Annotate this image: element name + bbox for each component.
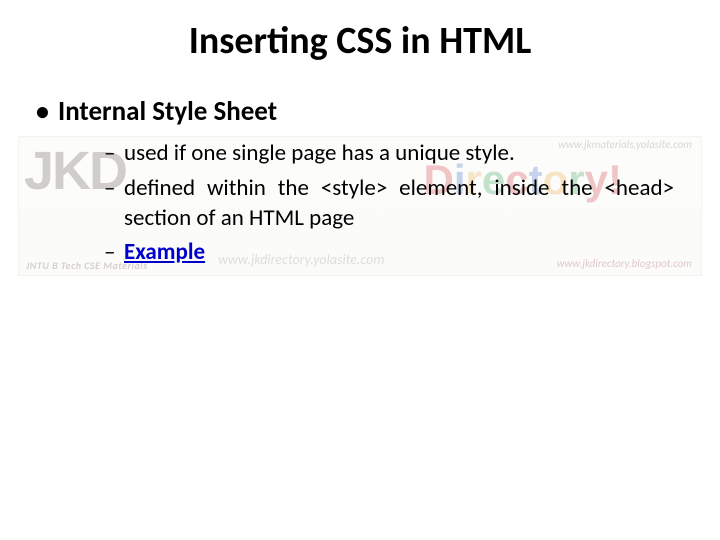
subbullet-0-text: used if one single page has a unique sty… xyxy=(124,139,515,167)
subbullet-example: Example xyxy=(104,237,680,267)
bullet-level-2-list: used if one single page has a unique sty… xyxy=(58,138,680,267)
slide-title: Inserting CSS in HTML xyxy=(0,0,720,64)
bullet-internal-style-sheet: Internal Style Sheet used if one single … xyxy=(36,96,680,268)
slide: Inserting CSS in HTML Internal Style She… xyxy=(0,0,720,540)
bullet-level-1-list: Internal Style Sheet used if one single … xyxy=(0,96,720,268)
subbullet-unique-style: used if one single page has a unique sty… xyxy=(104,138,680,168)
subbullet-1-text: defined within the <style> element, insi… xyxy=(124,174,674,232)
bullet1-text: Internal Style Sheet xyxy=(58,95,277,128)
subbullet-defined-within: defined within the <style> element, insi… xyxy=(104,173,680,234)
example-link[interactable]: Example xyxy=(124,238,205,266)
